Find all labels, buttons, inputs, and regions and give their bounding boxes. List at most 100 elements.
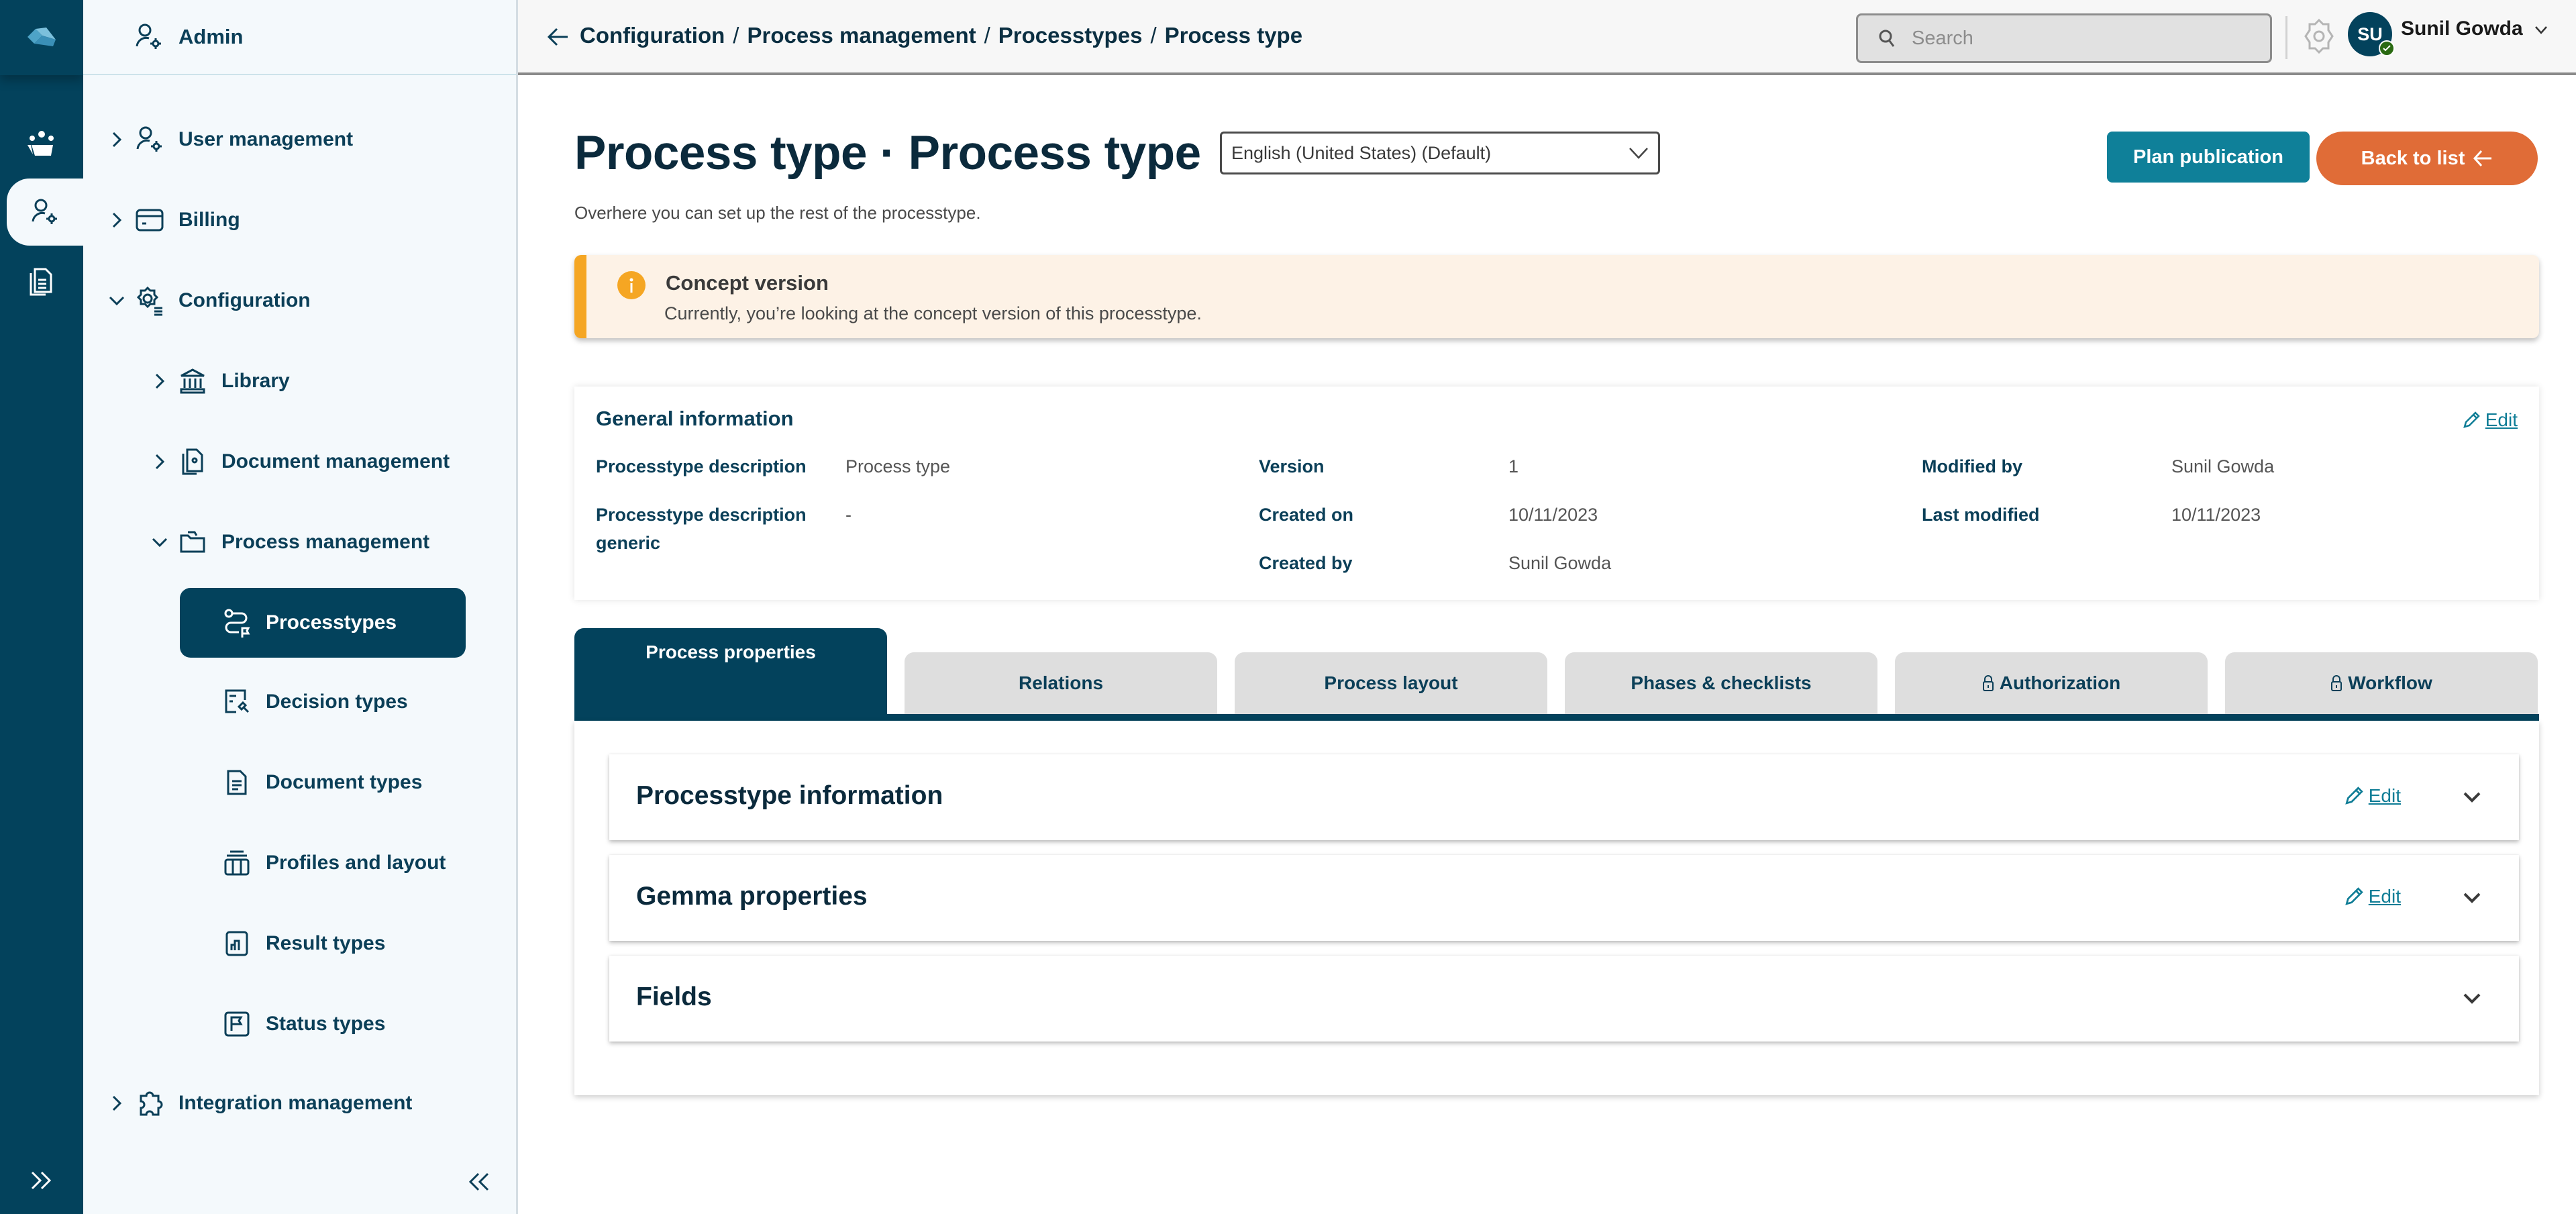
search-input[interactable] — [1912, 27, 2261, 50]
sidebar-item-label: Decision types — [266, 691, 408, 713]
field-value: 1 — [1508, 456, 1519, 476]
language-select[interactable]: English (United States) (Default) — [1220, 132, 1660, 174]
accordion-edit-link[interactable]: Edit — [2345, 785, 2401, 807]
top-bar: Configuration / Process management / Process… — [518, 0, 2576, 75]
tab-label: Process layout — [1324, 672, 1458, 693]
tab-process-layout[interactable]: Process layout — [1235, 652, 1547, 714]
sidebar-item-document-management[interactable]: Document management — [146, 435, 450, 489]
sidebar-item-configuration[interactable]: Configuration — [103, 274, 311, 327]
field-value: Sunil Gowda — [1508, 553, 1612, 573]
pencil-icon — [2463, 411, 2480, 428]
documents-icon — [30, 268, 52, 296]
general-info-edit-link[interactable]: Edit — [2463, 409, 2518, 431]
concept-version-alert: Concept version Currently, you’re lookin… — [574, 255, 2539, 338]
tab-relations[interactable]: Relations — [905, 652, 1217, 714]
sidebar-item-label: Status types — [266, 1013, 386, 1035]
tab-process-properties[interactable]: Process properties — [574, 628, 887, 721]
user-gear-icon — [32, 199, 57, 224]
accordion-toggle[interactable] — [2459, 985, 2485, 1012]
edit-label: Edit — [2485, 409, 2518, 430]
sidebar-item-processtypes[interactable]: Processtypes — [180, 588, 466, 658]
tab-label: Authorization — [1999, 672, 2121, 693]
sidebar-item-label: Result types — [266, 932, 386, 954]
tab-label: Phases & checklists — [1631, 672, 1812, 693]
back-to-list-button[interactable]: Back to list — [2316, 132, 2538, 185]
chevron-right-icon — [103, 211, 130, 229]
sidebar-item-result-types[interactable]: Result types — [217, 917, 385, 970]
sidebar-item-billing[interactable]: Billing — [103, 193, 240, 247]
sidebar-item-label: Processtypes — [266, 611, 397, 634]
tab-bar: Process properties Relations Process lay… — [574, 628, 2539, 721]
sidebar-item-user-management[interactable]: User management — [103, 113, 353, 166]
back-button[interactable] — [541, 20, 574, 54]
rail-admin-button[interactable] — [7, 179, 83, 246]
accordion-toggle[interactable] — [2459, 784, 2485, 811]
sidebar-item-status-types[interactable]: Status types — [217, 997, 385, 1051]
sidebar-item-label: Configuration — [178, 289, 311, 311]
breadcrumb-process-management[interactable]: Process management — [747, 23, 976, 48]
rail-expand-button[interactable] — [0, 1160, 83, 1201]
accordion-edit-link[interactable]: Edit — [2345, 886, 2401, 907]
breadcrumb-processtypes[interactable]: Processtypes — [998, 23, 1143, 48]
flag-square-icon — [217, 1005, 256, 1044]
edit-label: Edit — [2368, 785, 2401, 806]
library-icon — [173, 362, 212, 401]
document-icon — [217, 763, 256, 802]
accordion-processtype-information[interactable]: Processtype information Edit — [609, 754, 2519, 840]
tab-panel-process-properties: Processtype information Edit Gemma prope… — [574, 721, 2539, 1095]
app-rail — [0, 0, 83, 1214]
user-menu-chevron[interactable] — [2531, 20, 2551, 40]
edit-label: Edit — [2368, 886, 2401, 907]
user-gear-icon — [130, 120, 169, 159]
general-information-card: General information Edit Processtype des… — [574, 387, 2539, 600]
breadcrumb-configuration[interactable]: Configuration — [580, 23, 725, 48]
field-label: Processtype description — [596, 456, 807, 476]
accordion-fields[interactable]: Fields — [609, 956, 2519, 1042]
settings-button[interactable] — [2298, 15, 2340, 58]
field-label: Processtype description generic — [596, 505, 807, 553]
breadcrumb-separator: / — [1150, 23, 1157, 48]
chevron-right-icon — [146, 453, 173, 470]
sidebar-item-document-types[interactable]: Document types — [217, 756, 422, 809]
tab-phases-checklists[interactable]: Phases & checklists — [1565, 652, 1877, 714]
bar-chart-icon — [217, 924, 256, 963]
rail-documents-button[interactable] — [0, 248, 83, 315]
accordion-toggle[interactable] — [2459, 884, 2485, 911]
tab-workflow[interactable]: Workflow — [2225, 652, 2538, 714]
double-chevron-left-icon — [468, 1172, 489, 1191]
route-flag-icon — [217, 603, 256, 642]
folder-icon — [173, 523, 212, 562]
rail-teams-button[interactable] — [0, 110, 83, 177]
chevron-down-icon — [2463, 792, 2481, 803]
sidebar-item-decision-types[interactable]: Decision types — [217, 675, 408, 729]
field-value: Process type — [845, 456, 951, 476]
sidebar-collapse-button[interactable] — [458, 1162, 499, 1202]
breadcrumb-separator: / — [984, 23, 990, 48]
info-icon — [617, 271, 646, 299]
breadcrumb-current: Process type — [1164, 23, 1303, 48]
lock-icon — [2331, 675, 2342, 691]
sidebar-item-profiles-and-layout[interactable]: Profiles and layout — [217, 836, 446, 890]
tab-label: Workflow — [2348, 672, 2432, 693]
chevron-down-icon — [1629, 144, 1649, 165]
online-status-badge — [2379, 40, 2395, 56]
user-name[interactable]: Sunil Gowda — [2401, 17, 2523, 40]
accordion-gemma-properties[interactable]: Gemma properties Edit — [609, 855, 2519, 941]
sidebar-item-label: Library — [221, 370, 290, 392]
field-value: - — [845, 505, 852, 525]
search-box[interactable] — [1856, 13, 2272, 63]
sidebar-item-label: Billing — [178, 209, 240, 231]
tab-authorization[interactable]: Authorization — [1895, 652, 2208, 714]
divider — [2285, 16, 2287, 59]
sidebar-item-integration-management[interactable]: Integration management — [103, 1076, 412, 1130]
field-label: Modified by — [1922, 456, 2022, 476]
sidebar-item-process-management[interactable]: Process management — [146, 515, 429, 569]
plan-publication-button[interactable]: Plan publication — [2107, 132, 2310, 183]
general-information-title: General information — [596, 407, 794, 430]
sidebar-item-library[interactable]: Library — [146, 354, 290, 408]
accordion-title: Gemma properties — [636, 882, 868, 911]
user-gear-icon — [136, 23, 161, 49]
alert-text: Currently, you’re looking at the concept… — [664, 303, 1202, 323]
field-label: Last modified — [1922, 505, 2040, 525]
app-logo[interactable] — [0, 0, 83, 75]
